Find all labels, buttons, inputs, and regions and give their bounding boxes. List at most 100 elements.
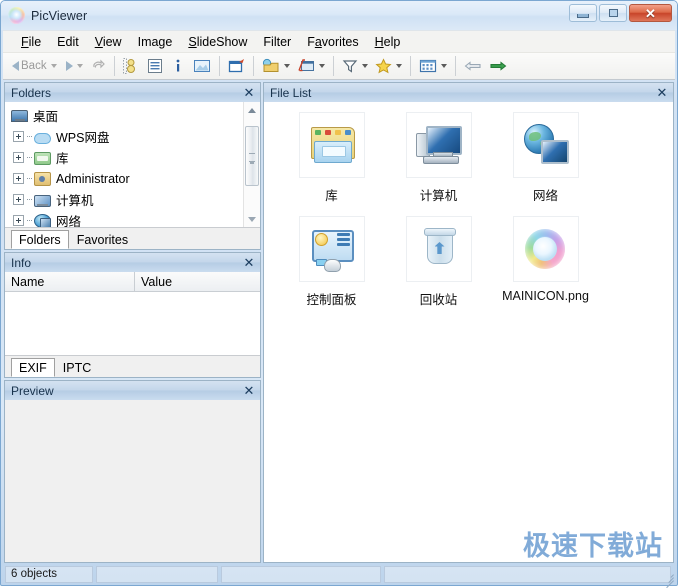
preview-panel-close-icon[interactable]: ✕	[242, 384, 256, 398]
menu-image[interactable]: Image	[130, 33, 181, 51]
preview-panel-header: Preview ✕	[5, 381, 260, 400]
folders-panel-title: Folders	[11, 86, 51, 100]
file-thumbnail	[299, 216, 365, 282]
folder-tree[interactable]: 桌面 WPS网盘	[5, 102, 243, 227]
expand-icon[interactable]	[13, 215, 24, 226]
tree-item-wps[interactable]: WPS网盘	[11, 126, 243, 147]
forward-button[interactable]	[63, 55, 86, 77]
file-list-panel-title: File List	[270, 86, 311, 100]
status-cell-3	[221, 566, 381, 583]
expand-icon[interactable]	[13, 173, 24, 184]
menu-help[interactable]: Help	[367, 33, 409, 51]
folders-panel-close-icon[interactable]: ✕	[242, 86, 256, 100]
file-item-label: MAINICON.png	[502, 289, 589, 303]
tree-item-network[interactable]: 网络	[11, 210, 243, 227]
preview-panel-title: Preview	[11, 384, 54, 398]
column-header-value[interactable]: Value	[135, 272, 260, 291]
chevron-down-icon	[51, 64, 57, 68]
tree-item-computer[interactable]: 计算机	[11, 189, 243, 210]
tab-iptc[interactable]: IPTC	[55, 358, 99, 377]
tree-connector	[27, 220, 32, 222]
expand-icon[interactable]	[13, 131, 24, 142]
file-item-libraries[interactable]: 库	[278, 112, 385, 204]
folders-tabstrip: Folders Favorites	[5, 227, 260, 249]
file-item-computer[interactable]: 计算机	[385, 112, 492, 204]
resize-grip-icon[interactable]	[662, 571, 674, 583]
undo-button[interactable]	[87, 55, 109, 77]
menu-view[interactable]: View	[87, 33, 130, 51]
menu-edit[interactable]: Edit	[49, 33, 87, 51]
tree-connector	[27, 157, 32, 159]
close-button[interactable]: ✕	[629, 4, 672, 22]
file-item-mainicon-png[interactable]: MAINICON.png	[492, 216, 599, 308]
right-dock-column: File List ✕	[263, 82, 674, 563]
user-folder-icon	[34, 172, 51, 186]
info-button[interactable]	[167, 55, 189, 77]
favorites-button[interactable]	[372, 55, 405, 77]
fullscreen-icon	[228, 58, 245, 74]
expand-icon[interactable]	[13, 194, 24, 205]
tab-favorites[interactable]: Favorites	[69, 230, 136, 249]
fullscreen-button[interactable]	[225, 55, 248, 77]
previous-image-button[interactable]	[461, 55, 485, 77]
swirl-image-icon	[523, 227, 569, 271]
undo-icon	[90, 58, 106, 74]
folder-tree-scrollbar[interactable]	[243, 102, 260, 227]
maximize-icon	[609, 9, 618, 17]
file-item-label: 网络	[533, 185, 558, 204]
toolbar-separator	[114, 56, 115, 76]
app-title: PicViewer	[31, 9, 87, 23]
info-panel-title: Info	[11, 256, 31, 270]
menu-favorites[interactable]: Favorites	[299, 33, 366, 51]
menu-filter[interactable]: Filter	[255, 33, 299, 51]
chevron-down-icon	[284, 64, 290, 68]
preview-button[interactable]	[190, 55, 214, 77]
file-list-panel-body: 库 计算机	[264, 102, 673, 562]
file-item-control-panel[interactable]: 控制面板	[278, 216, 385, 308]
network-globe-icon	[523, 123, 569, 167]
column-header-name[interactable]: Name	[5, 272, 135, 291]
scrollbar-thumb[interactable]	[245, 126, 259, 186]
scroll-up-button[interactable]	[244, 102, 260, 118]
details-list-icon	[147, 58, 163, 74]
expand-icon[interactable]	[13, 152, 24, 163]
tab-folders[interactable]: Folders	[11, 230, 69, 249]
tree-item-label: 计算机	[56, 190, 94, 209]
maximize-button[interactable]	[599, 4, 627, 22]
thumbnails-button[interactable]	[120, 55, 143, 77]
open-folder-button[interactable]	[259, 55, 293, 77]
menu-file[interactable]: File	[13, 33, 49, 51]
view-mode-button[interactable]	[416, 55, 450, 77]
tab-exif[interactable]: EXIF	[11, 358, 55, 377]
back-button[interactable]: Back	[7, 55, 62, 77]
client-area: Folders ✕ 桌面	[4, 82, 674, 563]
back-button-label: Back	[21, 60, 47, 72]
scroll-down-button[interactable]	[244, 211, 260, 227]
title-bar: PicViewer ✕	[1, 1, 677, 30]
preview-panel-body[interactable]	[5, 400, 260, 562]
chevron-down-icon	[77, 64, 83, 68]
recycle-bin-icon	[416, 227, 462, 271]
file-item-network[interactable]: 网络	[492, 112, 599, 204]
tree-item-administrator[interactable]: Administrator	[11, 168, 243, 189]
info-panel-body: Name Value	[5, 272, 260, 355]
file-item-label: 库	[325, 185, 338, 204]
star-icon	[375, 58, 392, 74]
filter-button[interactable]	[339, 55, 371, 77]
file-list-panel: File List ✕	[263, 82, 674, 563]
details-button[interactable]	[144, 55, 166, 77]
next-image-button[interactable]	[486, 55, 510, 77]
minimize-button[interactable]	[569, 4, 597, 22]
file-item-recycle-bin[interactable]: 回收站	[385, 216, 492, 308]
file-item-label: 回收站	[420, 289, 458, 308]
info-table: Name Value	[5, 272, 260, 292]
tree-item-libraries[interactable]: 库	[11, 147, 243, 168]
file-list[interactable]: 库 计算机	[264, 102, 673, 562]
slideshow-button[interactable]	[294, 55, 328, 77]
tree-item-desktop[interactable]: 桌面	[11, 105, 243, 126]
info-panel-close-icon[interactable]: ✕	[242, 256, 256, 270]
arrow-left-flat-icon	[464, 58, 482, 74]
menu-slideshow[interactable]: SlideShow	[180, 33, 255, 51]
file-list-panel-close-icon[interactable]: ✕	[655, 86, 669, 100]
scrollbar-track[interactable]	[244, 118, 260, 211]
